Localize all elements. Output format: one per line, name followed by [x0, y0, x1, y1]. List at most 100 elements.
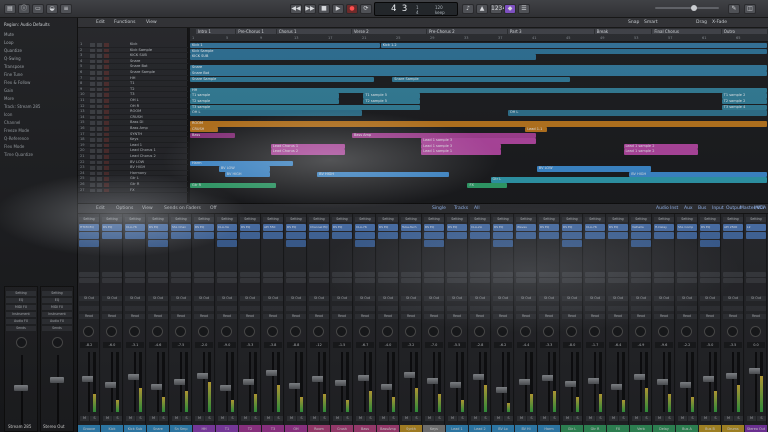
send-slot[interactable]: [746, 272, 766, 277]
channel-name[interactable]: Synth: [400, 425, 422, 432]
inspector-param[interactable]: Mute: [4, 32, 14, 37]
send-slot[interactable]: [332, 272, 352, 277]
send-slot[interactable]: [608, 272, 628, 277]
audio-region[interactable]: Bass: [190, 132, 236, 138]
plugin-slot[interactable]: [217, 240, 237, 247]
pan-knob[interactable]: [313, 326, 324, 337]
channel-name[interactable]: Lead 2: [469, 425, 491, 432]
group-button[interactable]: [355, 306, 375, 311]
solo-button[interactable]: S: [205, 416, 214, 421]
rewind-icon[interactable]: ◀◀: [290, 4, 302, 14]
plugin-slot[interactable]: RS EQ: [562, 224, 582, 231]
group-button[interactable]: [194, 306, 214, 311]
tracks-area[interactable]: Kick 1 Kick 1.2 Kick Sample KICK SUB Snare Sn…: [190, 42, 768, 203]
pan-knob[interactable]: [336, 326, 347, 337]
lcd-display[interactable]: 4 3 1 4 120 keep: [374, 2, 458, 16]
output-button[interactable]: St Out: [263, 296, 283, 301]
audio-region[interactable]: T3 sample 4: [721, 104, 767, 110]
audio-region[interactable]: HH: [190, 87, 767, 94]
toolbar-icon[interactable]: ▭: [32, 4, 44, 14]
send-slot[interactable]: [309, 278, 329, 283]
solo-button[interactable]: S: [619, 416, 628, 421]
audio-region[interactable]: BV LOW: [218, 166, 270, 172]
group-button[interactable]: [654, 306, 674, 311]
plugin-slot[interactable]: Valhalla: [631, 224, 651, 231]
mute-button[interactable]: M: [218, 416, 227, 421]
automation-button[interactable]: Read: [102, 314, 122, 319]
automation-button[interactable]: Read: [677, 314, 697, 319]
mute-button[interactable]: M: [241, 416, 250, 421]
pan-knob[interactable]: [405, 326, 416, 337]
mute-button[interactable]: M: [471, 416, 480, 421]
plugin-slot[interactable]: Channel EQ: [309, 224, 329, 231]
strip-setting-button[interactable]: Setting: [723, 217, 743, 222]
mute-button[interactable]: [90, 127, 95, 131]
audio-region[interactable]: T3 sample: [190, 104, 421, 110]
output-button[interactable]: St Out: [355, 296, 375, 301]
solo-button[interactable]: [97, 87, 102, 92]
automation-button[interactable]: Read: [125, 314, 145, 319]
inspector-strip-slot[interactable]: Audio FX: [6, 319, 36, 324]
group-button[interactable]: [217, 306, 237, 311]
channel-name[interactable]: Lead 1: [446, 425, 468, 432]
browser-icon[interactable]: ◫: [744, 4, 756, 14]
plugin-slot[interactable]: [677, 232, 697, 239]
pan-knob[interactable]: [727, 326, 738, 337]
inspector-strip-slot[interactable]: Setting: [6, 291, 36, 296]
automation-button[interactable]: Read: [217, 314, 237, 319]
pan-knob[interactable]: [290, 326, 301, 337]
menu-view[interactable]: View: [146, 20, 157, 25]
strip-setting-button[interactable]: Setting: [654, 217, 674, 222]
automation-button[interactable]: Read: [608, 314, 628, 319]
pan-knob[interactable]: [681, 326, 692, 337]
send-slot[interactable]: [378, 278, 398, 283]
record-enable-button[interactable]: [104, 104, 109, 109]
plugin-slot[interactable]: [493, 240, 513, 247]
channel-name[interactable]: OH: [285, 425, 307, 432]
mute-button[interactable]: M: [747, 416, 756, 421]
plugin-slot[interactable]: [355, 232, 375, 239]
forward-icon[interactable]: ▶▶: [304, 4, 316, 14]
strip-setting-button[interactable]: Setting: [470, 217, 490, 222]
send-slot[interactable]: [424, 272, 444, 277]
mute-button[interactable]: [90, 143, 95, 148]
plugin-slot[interactable]: [470, 232, 490, 239]
channel-name[interactable]: Bus A: [676, 425, 698, 432]
marker-region[interactable]: Part 3: [507, 29, 594, 34]
plugin-slot[interactable]: [631, 240, 651, 247]
record-enable-button[interactable]: [104, 149, 109, 153]
inspector-param[interactable]: Fine Tune: [4, 72, 23, 77]
audio-region[interactable]: OH L: [507, 110, 767, 116]
plugin-slot[interactable]: Tube-Tech: [401, 224, 421, 231]
mute-button[interactable]: M: [540, 416, 549, 421]
inspector-icon[interactable]: ⓘ: [18, 4, 30, 14]
channel-name[interactable]: BV Lo: [492, 425, 514, 432]
record-enable-button[interactable]: [104, 155, 109, 159]
solo-button[interactable]: [97, 104, 102, 109]
automation-button[interactable]: Read: [148, 314, 168, 319]
inspector-strip-slot[interactable]: Instrument: [6, 312, 36, 317]
automation-button[interactable]: Read: [562, 314, 582, 319]
plugin-slot[interactable]: [447, 232, 467, 239]
pan-knob[interactable]: [106, 326, 117, 337]
strip-setting-button[interactable]: Setting: [516, 217, 536, 222]
solo-button[interactable]: [97, 54, 102, 58]
automation-button[interactable]: Read: [585, 314, 605, 319]
send-slot[interactable]: [677, 272, 697, 277]
automation-button[interactable]: Read: [631, 314, 651, 319]
inspector-strip-slot[interactable]: MIDI FX: [6, 305, 36, 310]
solo-button[interactable]: S: [113, 416, 122, 421]
audio-region[interactable]: Lead Chorus 1: [270, 143, 346, 150]
marker-region[interactable]: Pre-Chorus 2: [426, 29, 507, 34]
plugin-slot[interactable]: RS EQ: [424, 224, 444, 231]
audio-region[interactable]: Lead 1 sample 1: [421, 149, 502, 155]
pan-knob[interactable]: [635, 326, 646, 337]
send-slot[interactable]: [493, 278, 513, 283]
solo-button[interactable]: S: [504, 416, 513, 421]
record-enable-button[interactable]: [104, 87, 109, 92]
channel-name[interactable]: Harm: [538, 425, 560, 432]
channel-name[interactable]: Drums: [722, 425, 744, 432]
output-button[interactable]: St Out: [378, 296, 398, 301]
mute-button[interactable]: [90, 43, 95, 47]
output-button[interactable]: St Out: [654, 296, 674, 301]
